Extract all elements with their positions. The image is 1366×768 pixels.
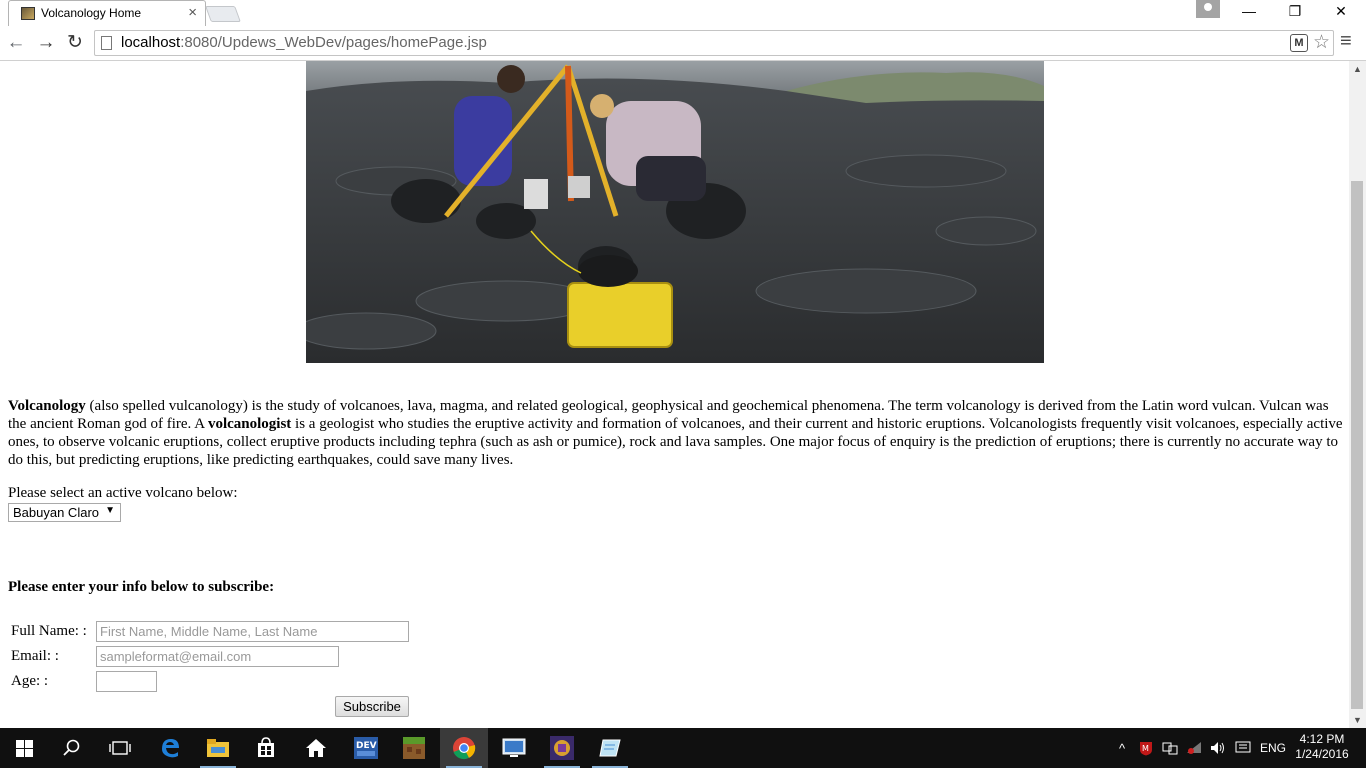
reload-button[interactable]: ↻: [63, 30, 87, 56]
volcano-select-label: Please select an active volcano below:: [8, 485, 238, 501]
email-input[interactable]: sampleformat@email.com: [96, 646, 339, 667]
taskbar-clock[interactable]: 4:12 PM 1/24/2016: [1292, 732, 1352, 762]
file-explorer-icon[interactable]: [194, 728, 242, 768]
windows-taskbar: DEV ^ M ENG 4:12 PM 1/24/2016: [0, 728, 1366, 768]
extension-icon[interactable]: M: [1290, 34, 1308, 52]
clock-date: 1/24/2016: [1295, 747, 1349, 761]
browser-toolbar: ← → ↻ localhost:8080/Updews_WebDev/pages…: [0, 26, 1366, 61]
close-window-button[interactable]: ✕: [1318, 3, 1364, 23]
page-scrollbar[interactable]: ▲ ▼: [1349, 61, 1366, 728]
tab-favicon-icon: [21, 7, 35, 20]
volume-icon[interactable]: [1208, 728, 1228, 768]
volcano-select[interactable]: Babuyan Claro ▼: [8, 503, 121, 522]
notifications-icon[interactable]: [1232, 728, 1254, 768]
term-volcanologist: volcanologist: [207, 416, 292, 432]
start-icon[interactable]: [0, 728, 48, 768]
scroll-thumb[interactable]: [1351, 181, 1363, 709]
minimize-button[interactable]: —: [1226, 3, 1272, 23]
age-input[interactable]: [96, 671, 157, 692]
search-icon[interactable]: [48, 728, 96, 768]
bookmark-star-icon[interactable]: ☆: [1313, 31, 1330, 54]
url-text[interactable]: localhost:8080/Updews_WebDev/pages/homeP…: [121, 34, 487, 51]
tab-close-icon[interactable]: ×: [188, 4, 197, 21]
minecraft-icon[interactable]: [390, 728, 438, 768]
clock-time: 4:12 PM: [1299, 732, 1345, 746]
home-icon[interactable]: [292, 728, 340, 768]
back-button[interactable]: ←: [4, 30, 28, 56]
forward-button[interactable]: →: [34, 30, 58, 56]
hero-image: [306, 61, 1044, 363]
edge-icon[interactable]: [146, 728, 194, 768]
page-viewport: Volcanology (also spelled vulcanology) i…: [0, 61, 1349, 728]
term-volcanology: Volcanology: [8, 398, 86, 414]
remote-desktop-icon[interactable]: [490, 728, 538, 768]
scroll-up-icon[interactable]: ▲: [1353, 64, 1362, 74]
tab-volcanology-home[interactable]: Volcanology Home ×: [8, 0, 206, 26]
game-app-icon[interactable]: [538, 728, 586, 768]
profile-avatar-icon[interactable]: [1196, 0, 1220, 18]
svg-text:DEV: DEV: [356, 741, 377, 751]
title-bar: Volcanology Home × — ❐ ✕: [0, 0, 1366, 26]
tab-title: Volcanology Home: [41, 6, 142, 20]
task-view-icon[interactable]: [96, 728, 144, 768]
subscribe-heading: Please enter your info below to subscrib…: [8, 579, 275, 595]
age-label: Age: :: [11, 673, 49, 689]
fullname-input[interactable]: First Name, Middle Name, Last Name: [96, 621, 409, 642]
new-tab-button[interactable]: [205, 6, 241, 22]
tray-overflow-icon[interactable]: ^: [1112, 728, 1132, 768]
wifi-icon[interactable]: [1184, 728, 1204, 768]
svg-text:M: M: [1142, 744, 1149, 753]
chrome-menu-icon[interactable]: ≡: [1340, 30, 1352, 53]
language-indicator[interactable]: ENG: [1256, 728, 1290, 768]
notepad-icon[interactable]: [586, 728, 634, 768]
restore-button[interactable]: ❐: [1272, 3, 1318, 23]
volcano-selected-value: Babuyan Claro: [13, 505, 99, 520]
intro-paragraph: Volcanology (also spelled vulcanology) i…: [8, 398, 1343, 468]
address-bar[interactable]: localhost:8080/Updews_WebDev/pages/homeP…: [94, 30, 1334, 56]
mcafee-icon[interactable]: M: [1136, 728, 1156, 768]
chrome-icon[interactable]: [440, 728, 488, 768]
dev-app-icon[interactable]: DEV: [342, 728, 390, 768]
chevron-down-icon: ▼: [105, 505, 115, 516]
subscribe-button[interactable]: Subscribe: [335, 696, 409, 717]
network-devices-icon[interactable]: [1160, 728, 1180, 768]
fullname-label: Full Name: :: [11, 623, 87, 639]
email-label: Email: :: [11, 648, 59, 664]
store-icon[interactable]: [242, 728, 290, 768]
page-icon: [101, 36, 112, 50]
scroll-down-icon[interactable]: ▼: [1353, 715, 1362, 725]
